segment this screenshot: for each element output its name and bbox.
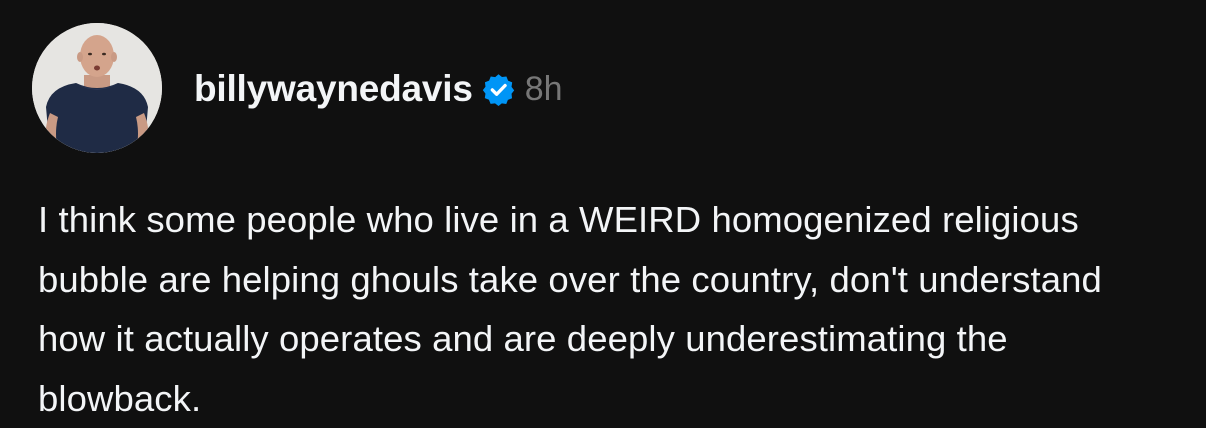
post-timestamp: 8h (524, 69, 563, 108)
avatar[interactable] (32, 23, 162, 153)
verified-badge-icon (482, 73, 515, 106)
post-text: I think some people who live in a WEIRD … (38, 199, 1102, 419)
user-avatar-icon (32, 23, 162, 153)
post-header: billywaynedavis 8h (194, 64, 563, 114)
post: billywaynedavis 8h I think some people w… (0, 0, 1206, 428)
username-link[interactable]: billywaynedavis (194, 68, 473, 110)
